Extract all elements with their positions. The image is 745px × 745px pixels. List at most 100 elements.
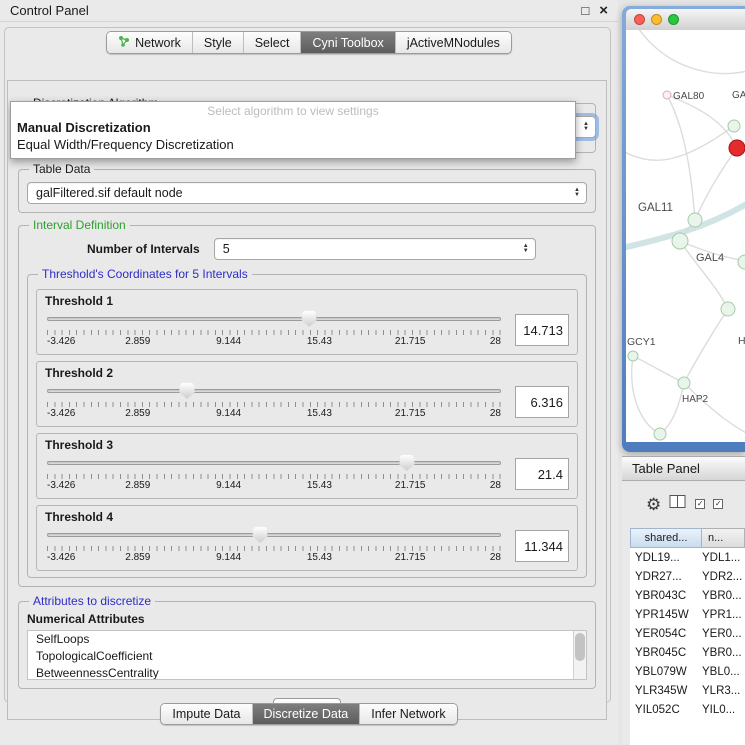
table-panel-header[interactable]: Table Panel — [622, 456, 745, 481]
slider-track[interactable] — [47, 317, 501, 321]
dropdown-option-equal-width-frequency[interactable]: Equal Width/Frequency Discretization — [11, 136, 575, 153]
dropdown-option-manual-discretization[interactable]: Manual Discretization — [11, 119, 575, 136]
cell[interactable]: YBR043C — [630, 590, 702, 602]
slider-thumb[interactable] — [399, 455, 414, 471]
table-row[interactable]: YBL079WYBL0... — [630, 662, 745, 681]
checkbox-icon[interactable]: ✓ — [713, 499, 723, 509]
table-row[interactable]: YDR27...YDR2... — [630, 567, 745, 586]
network-node[interactable] — [672, 233, 688, 249]
column-header-name[interactable]: n... — [702, 528, 745, 548]
cell[interactable]: YBR0... — [702, 647, 745, 659]
slider-thumb[interactable] — [253, 527, 268, 543]
cell[interactable]: YPR1... — [702, 609, 745, 621]
threshold-1-slider[interactable]: -3.426 2.859 9.144 15.43 21.715 28 — [45, 310, 503, 350]
cell[interactable]: YBR0... — [702, 590, 745, 602]
close-icon[interactable]: × — [599, 4, 608, 18]
slider-tick-marks — [47, 546, 501, 551]
cell[interactable]: YDL19... — [630, 552, 702, 564]
tab-select[interactable]: Select — [243, 32, 301, 53]
cell[interactable]: YDR27... — [630, 571, 702, 583]
zoom-traffic-light-icon[interactable] — [668, 14, 679, 25]
scrollbar-thumb[interactable] — [575, 633, 585, 661]
cyni-toolbox-content: Discretization Algorithm ▲ ▼ Select algo… — [7, 80, 607, 720]
number-of-intervals-label: Number of Intervals — [87, 242, 200, 256]
network-node[interactable] — [663, 91, 671, 99]
tab-impute-data[interactable]: Impute Data — [161, 704, 251, 724]
cell[interactable]: YER0... — [702, 628, 745, 640]
network-graph[interactable]: GAL80 GA GAL11 GAL4 GCY1 H HAP2 — [626, 30, 745, 442]
cell[interactable]: YLR3... — [702, 685, 745, 697]
close-traffic-light-icon[interactable] — [634, 14, 645, 25]
cell[interactable]: YDL1... — [702, 552, 745, 564]
network-node[interactable] — [678, 377, 690, 389]
table-row[interactable]: YDL19...YDL1... — [630, 548, 745, 567]
table-columns-icon[interactable] — [669, 494, 687, 514]
table-data-combobox-value: galFiltered.sif default node — [36, 186, 572, 200]
column-header-shared-name[interactable]: shared... — [630, 528, 702, 548]
threshold-1-value-field[interactable]: 14.713 — [515, 314, 569, 346]
cell[interactable]: YIL052C — [630, 704, 702, 716]
list-item[interactable]: TopologicalCoefficient — [28, 648, 586, 665]
threshold-3-value-field[interactable]: 21.4 — [515, 458, 569, 490]
network-node[interactable] — [654, 428, 666, 440]
attributes-group: Attributes to discretize Numerical Attri… — [18, 601, 596, 689]
table-row[interactable]: YLR345WYLR3... — [630, 681, 745, 700]
network-canvas[interactable]: GAL80 GA GAL11 GAL4 GCY1 H HAP2 — [626, 30, 745, 442]
threshold-4-slider[interactable]: -3.426 2.859 9.144 15.43 21.715 28 — [45, 526, 503, 566]
list-scrollbar[interactable] — [573, 631, 586, 679]
network-nodes[interactable] — [628, 91, 745, 440]
slider-track[interactable] — [47, 533, 501, 537]
table-column-headers: shared... n... — [630, 528, 745, 548]
cell[interactable]: YBR045C — [630, 647, 702, 659]
network-node[interactable] — [688, 213, 702, 227]
slider-thumb[interactable] — [302, 311, 317, 327]
cell[interactable]: YIL0... — [702, 704, 745, 716]
tab-label: Style — [204, 36, 232, 50]
numerical-attributes-list[interactable]: SelfLoops TopologicalCoefficient Between… — [27, 630, 587, 680]
threshold-2-slider[interactable]: -3.426 2.859 9.144 15.43 21.715 28 — [45, 382, 503, 422]
cell[interactable]: YER054C — [630, 628, 702, 640]
tab-discretize-data[interactable]: Discretize Data — [252, 704, 360, 724]
float-window-icon[interactable]: □ — [581, 3, 589, 18]
number-of-intervals-combobox[interactable]: 5 ▲ ▼ — [214, 238, 536, 260]
cell[interactable]: YBL0... — [702, 666, 745, 678]
tab-network[interactable]: Network — [107, 32, 192, 53]
cell[interactable]: YBL079W — [630, 666, 702, 678]
table-row[interactable]: YBR045CYBR0... — [630, 643, 745, 662]
tab-infer-network[interactable]: Infer Network — [359, 704, 456, 724]
tab-cyni-toolbox[interactable]: Cyni Toolbox — [300, 32, 394, 53]
list-item[interactable]: SelfLoops — [28, 631, 586, 648]
slider-track[interactable] — [47, 461, 501, 465]
gear-icon[interactable]: ⚙ — [646, 496, 661, 513]
threshold-2-value-field[interactable]: 6.316 — [515, 386, 569, 418]
minimize-traffic-light-icon[interactable] — [651, 14, 662, 25]
cell[interactable]: YPR145W — [630, 609, 702, 621]
network-node[interactable] — [738, 255, 745, 269]
slider-thumb[interactable] — [179, 383, 194, 399]
slider-track[interactable] — [47, 389, 501, 393]
table-data-combobox[interactable]: galFiltered.sif default node ▲ ▼ — [27, 182, 587, 204]
threshold-2-panel: Threshold 2 -3.426 2.859 9.144 15.43 — [36, 361, 578, 427]
network-node[interactable] — [628, 351, 638, 361]
selected-network-node[interactable] — [729, 140, 745, 156]
table-rows: YDL19...YDL1... YDR27...YDR2... YBR043CY… — [630, 548, 745, 745]
tab-jactivemnodules[interactable]: jActiveMNodules — [395, 32, 511, 53]
threshold-3-slider[interactable]: -3.426 2.859 9.144 15.43 21.715 28 — [45, 454, 503, 494]
table-row[interactable]: YER054CYER0... — [630, 624, 745, 643]
threshold-2-label: Threshold 2 — [45, 366, 569, 381]
checkbox-icon[interactable]: ✓ — [695, 499, 705, 509]
network-window-titlebar[interactable] — [626, 9, 745, 30]
slider-scale-labels: -3.426 2.859 9.144 15.43 21.715 28 — [47, 552, 501, 564]
cell[interactable]: YDR2... — [702, 571, 745, 583]
slider-tick-marks — [47, 474, 501, 479]
table-row[interactable]: YIL052CYIL0... — [630, 700, 745, 719]
cell[interactable]: YLR345W — [630, 685, 702, 697]
network-node[interactable] — [721, 302, 735, 316]
table-row[interactable]: YPR145WYPR1... — [630, 605, 745, 624]
network-view-window[interactable]: GAL80 GA GAL11 GAL4 GCY1 H HAP2 — [622, 6, 745, 452]
list-item[interactable]: BetweennessCentrality — [28, 665, 586, 680]
threshold-4-value-field[interactable]: 11.344 — [515, 530, 569, 562]
network-node[interactable] — [728, 120, 740, 132]
tab-style[interactable]: Style — [192, 32, 243, 53]
table-row[interactable]: YBR043CYBR0... — [630, 586, 745, 605]
